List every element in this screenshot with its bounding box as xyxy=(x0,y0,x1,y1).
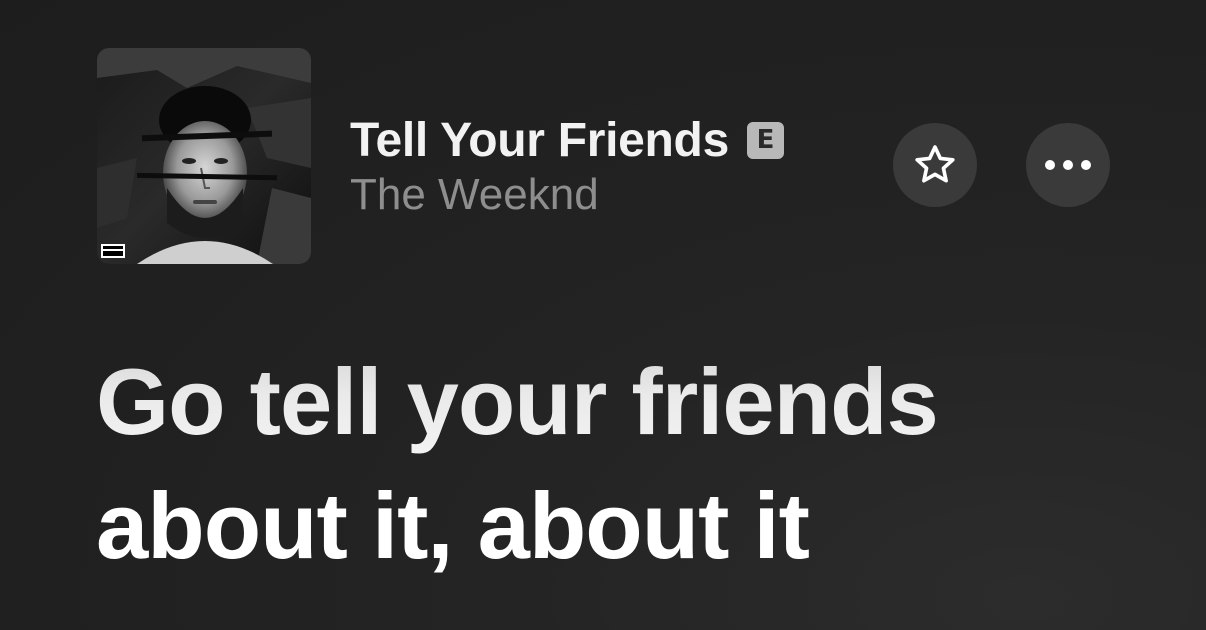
more-options-button[interactable] xyxy=(1026,123,1110,207)
album-artwork-image xyxy=(97,48,311,264)
track-artist[interactable]: The Weeknd xyxy=(350,170,784,220)
track-title[interactable]: Tell Your Friends xyxy=(350,113,729,168)
lyric-line-current[interactable]: about it, about it xyxy=(96,464,1176,588)
track-info: Tell Your Friends E The Weeknd xyxy=(350,112,784,220)
star-outline-icon xyxy=(915,145,955,183)
lyrics-panel: Go tell your friends about it, about it xyxy=(96,340,1176,588)
explicit-badge: E xyxy=(746,121,784,159)
album-artwork[interactable] xyxy=(97,48,311,264)
ellipsis-icon xyxy=(1045,160,1091,170)
lyric-line[interactable]: Go tell your friends xyxy=(96,340,1176,464)
favorite-button[interactable] xyxy=(893,123,977,207)
title-row: Tell Your Friends E xyxy=(350,112,784,168)
